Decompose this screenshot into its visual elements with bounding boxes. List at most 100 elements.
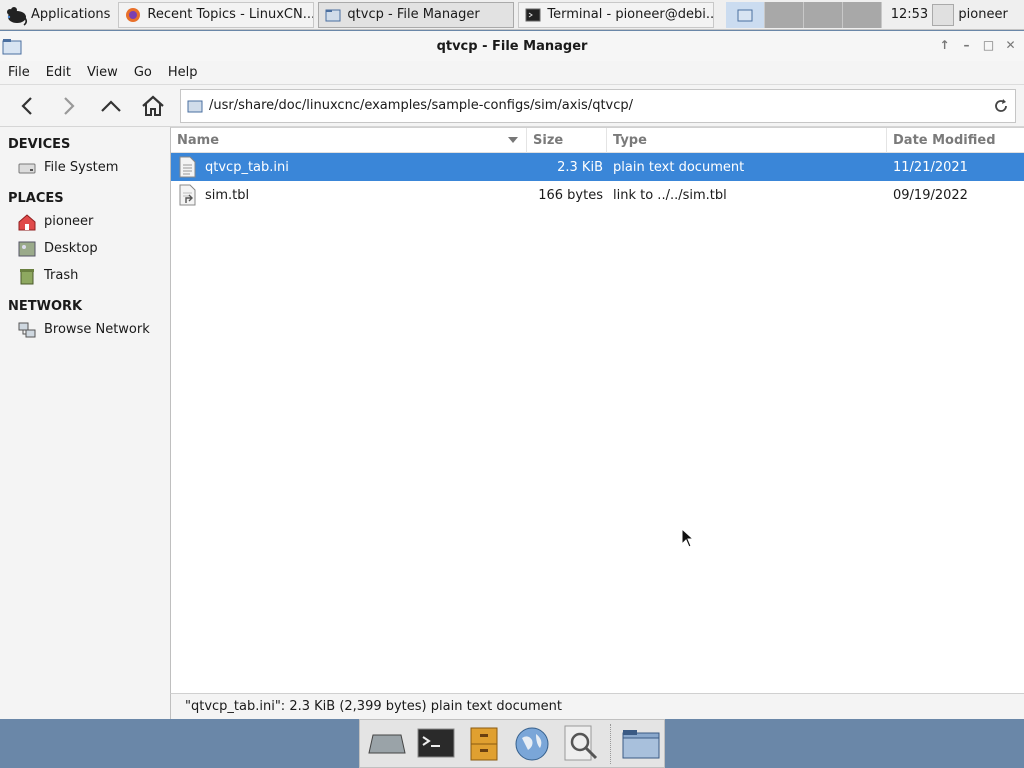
workspace-1[interactable] xyxy=(726,1,766,28)
section-network: NETWORK xyxy=(8,299,83,314)
sidebar-item-pioneer[interactable]: pioneer xyxy=(0,208,170,235)
task-label: qtvcp - File Manager xyxy=(347,7,480,22)
menu-help[interactable]: Help xyxy=(168,65,198,80)
toolbar: /usr/share/doc/linuxcnc/examples/sample-… xyxy=(0,85,1024,127)
sidebar-item-label: pioneer xyxy=(44,214,94,229)
dock-file-cabinet[interactable] xyxy=(461,722,507,766)
dock-file-manager[interactable] xyxy=(618,722,664,766)
text-file-icon xyxy=(179,156,196,178)
xfce-mouse-icon xyxy=(7,6,28,26)
content-area: DEVICES File System PLACES pioneer Deskt… xyxy=(0,127,1024,719)
dock-web-browser[interactable] xyxy=(509,722,555,766)
folder-icon xyxy=(2,39,22,55)
column-headers: Name Size Type Date Modified xyxy=(171,127,1024,153)
file-date: 09/19/2022 xyxy=(893,187,968,203)
title-bar[interactable]: qtvcp - File Manager ↑ – □ ✕ xyxy=(0,31,1024,61)
column-header-type[interactable]: Type xyxy=(607,127,887,153)
dock-separator xyxy=(609,723,616,764)
network-icon xyxy=(18,322,36,337)
sidebar-item-browse-network[interactable]: Browse Network xyxy=(0,316,170,343)
menu-view[interactable]: View xyxy=(87,65,118,80)
terminal-icon xyxy=(525,8,541,21)
dock xyxy=(359,719,665,768)
task-terminal[interactable]: Terminal - pioneer@debi... xyxy=(518,1,715,28)
workspace-switcher[interactable] xyxy=(726,1,883,28)
column-header-size[interactable]: Size xyxy=(527,127,607,153)
file-list[interactable]: Name Size Type Date Modified qtvcp_tab.i… xyxy=(170,127,1024,693)
user-menu[interactable]: pioneer xyxy=(932,3,1008,26)
status-bar: "qtvcp_tab.ini": 2.3 KiB (2,399 bytes) p… xyxy=(170,693,1024,719)
minimize-button[interactable]: – xyxy=(957,37,976,53)
window-title: qtvcp - File Manager xyxy=(436,38,588,54)
file-name: sim.tbl xyxy=(205,187,250,203)
top-panel: Applications Recent Topics - LinuxCN... … xyxy=(0,0,1024,30)
file-date: 11/21/2021 xyxy=(893,159,968,175)
workspace-4[interactable] xyxy=(843,1,883,28)
column-header-date[interactable]: Date Modified xyxy=(887,128,1023,153)
clock[interactable]: 12:53 xyxy=(888,7,930,22)
folder-icon xyxy=(187,100,203,112)
firefox-icon xyxy=(126,7,141,22)
workspace-3[interactable] xyxy=(804,1,844,28)
file-size: 166 bytes xyxy=(538,187,603,203)
menu-file[interactable]: File xyxy=(8,65,30,80)
home-icon xyxy=(18,213,36,230)
status-text: "qtvcp_tab.ini": 2.3 KiB (2,399 bytes) p… xyxy=(185,699,562,714)
shade-button[interactable]: ↑ xyxy=(935,37,954,53)
table-row[interactable]: qtvcp_tab.ini 2.3 KiB plain text documen… xyxy=(171,153,1024,181)
back-button[interactable] xyxy=(6,88,48,124)
terminal-icon xyxy=(417,728,455,757)
trash-icon xyxy=(20,268,34,284)
section-places: PLACES xyxy=(8,191,64,206)
forward-button[interactable] xyxy=(48,88,90,124)
show-desktop-icon xyxy=(368,734,406,753)
sidebar-item-desktop[interactable]: Desktop xyxy=(0,235,170,262)
menu-edit[interactable]: Edit xyxy=(46,65,71,80)
folder-icon xyxy=(737,9,753,21)
folder-icon xyxy=(622,729,660,758)
home-icon xyxy=(142,95,164,116)
folder-icon xyxy=(325,9,341,21)
menu-bar: File Edit View Go Help xyxy=(0,61,1024,85)
task-firefox[interactable]: Recent Topics - LinuxCN... xyxy=(118,1,315,28)
sidebar-item-label: Browse Network xyxy=(44,322,150,337)
sidebar-item-label: Desktop xyxy=(44,241,98,256)
arrow-up-icon xyxy=(101,99,121,112)
drive-icon xyxy=(18,163,36,173)
task-file-manager[interactable]: qtvcp - File Manager xyxy=(318,1,515,28)
workspace-2[interactable] xyxy=(765,1,805,28)
maximize-button[interactable]: □ xyxy=(979,37,998,53)
file-name: qtvcp_tab.ini xyxy=(205,159,289,175)
task-label: Terminal - pioneer@debi... xyxy=(547,7,715,22)
arrow-right-icon xyxy=(64,96,75,115)
parent-folder-button[interactable] xyxy=(90,88,132,124)
sidebar-item-trash[interactable]: Trash xyxy=(0,262,170,289)
applications-menu[interactable]: Applications xyxy=(0,0,114,30)
dock-search[interactable] xyxy=(557,722,603,766)
task-label: Recent Topics - LinuxCN... xyxy=(147,7,315,22)
sidebar-item-label: Trash xyxy=(44,268,79,283)
menu-go[interactable]: Go xyxy=(134,65,152,80)
file-manager-window: qtvcp - File Manager ↑ – □ ✕ File Edit V… xyxy=(0,31,1024,719)
sort-down-icon xyxy=(508,136,518,143)
mouse-pointer-icon xyxy=(681,528,693,548)
arrow-left-icon xyxy=(21,96,32,115)
symlink-file-icon xyxy=(179,184,196,206)
location-bar[interactable]: /usr/share/doc/linuxcnc/examples/sample-… xyxy=(180,88,1016,123)
reload-icon[interactable] xyxy=(993,98,1009,114)
user-icon xyxy=(932,3,955,26)
location-path[interactable]: /usr/share/doc/linuxcnc/examples/sample-… xyxy=(209,98,987,113)
sidebar-item-label: File System xyxy=(44,160,119,175)
globe-icon xyxy=(515,727,549,760)
magnifier-icon xyxy=(564,725,597,760)
file-size: 2.3 KiB xyxy=(557,159,603,175)
home-button[interactable] xyxy=(132,88,174,124)
dock-show-desktop[interactable] xyxy=(364,722,410,766)
file-cabinet-icon xyxy=(470,727,498,760)
user-name: pioneer xyxy=(958,7,1008,22)
sidebar-item-file-system[interactable]: File System xyxy=(0,154,170,181)
column-header-name[interactable]: Name xyxy=(171,127,527,153)
dock-terminal[interactable] xyxy=(412,722,458,766)
close-button[interactable]: ✕ xyxy=(1001,37,1020,53)
table-row[interactable]: sim.tbl 166 bytes link to ../../sim.tbl … xyxy=(171,181,1024,209)
